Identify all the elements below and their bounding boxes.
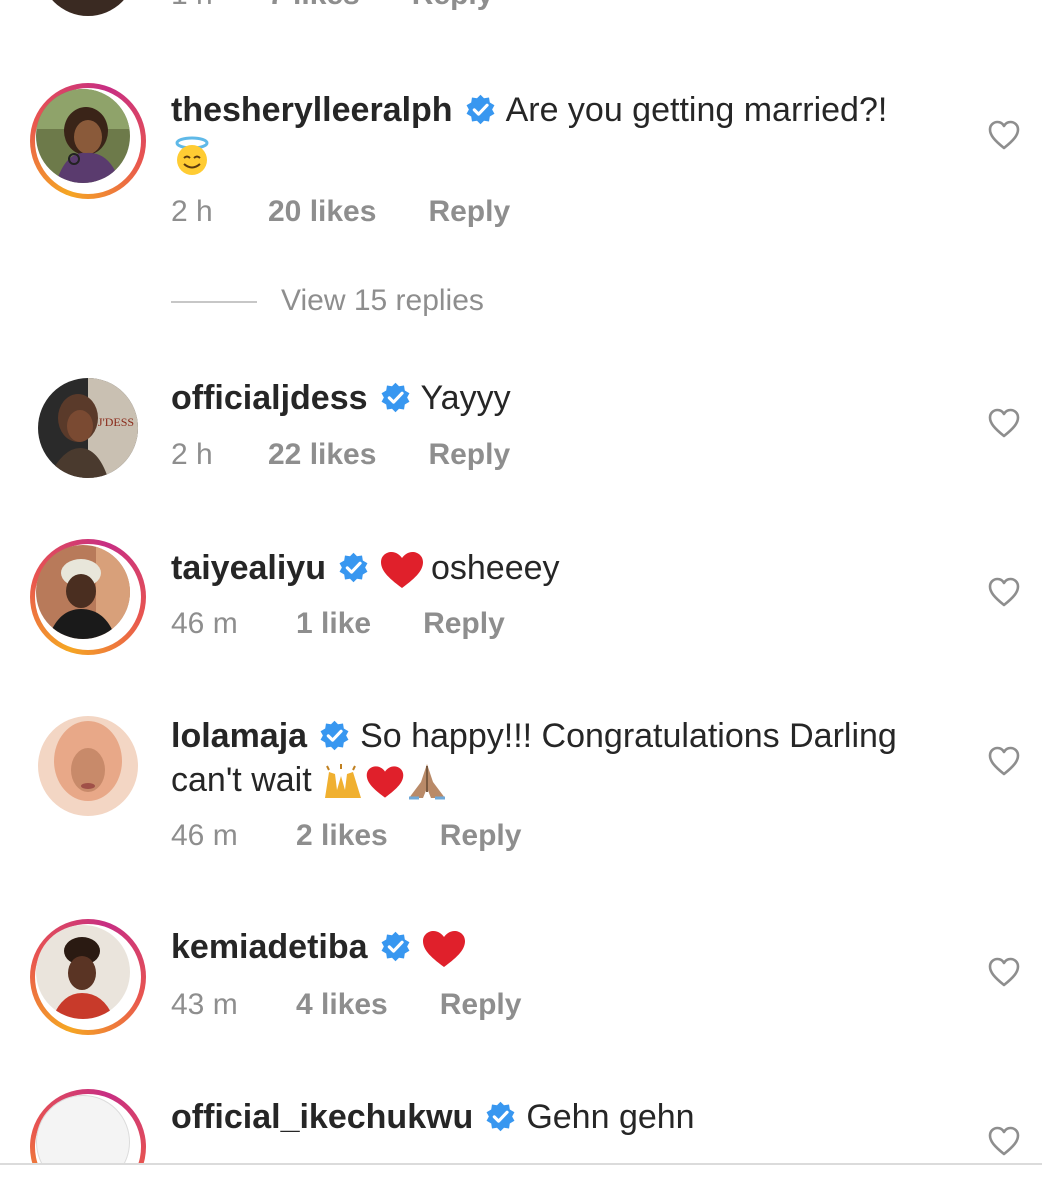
comment-body: Gehn gehn: [526, 1098, 695, 1136]
username[interactable]: official_ikechukwu: [171, 1098, 473, 1136]
avatar[interactable]: [30, 1089, 146, 1163]
verified-badge-icon: [486, 1101, 515, 1132]
divider: [0, 1163, 1042, 1165]
comment-text: official_ikechukwu Gehn gehn: [171, 1095, 947, 1139]
list-item: official_ikechukwu Gehn gehn: [0, 0, 1042, 1163]
heart-outline-icon[interactable]: [988, 1126, 1020, 1156]
